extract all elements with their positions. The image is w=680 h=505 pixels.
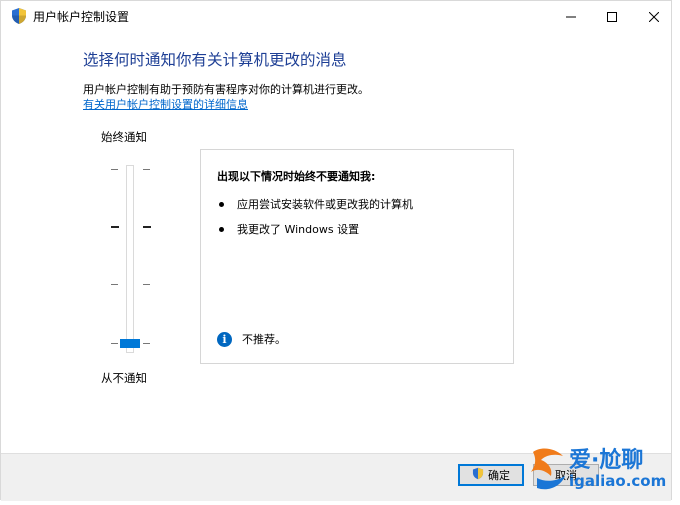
level-description-panel: 出现以下情况时始终不要通知我: 应用尝试安装软件或更改我的计算机 我更改了 Wi… [200,149,514,364]
ok-button[interactable]: 确定 [458,464,524,486]
bullet-icon [219,201,224,207]
panel-title: 出现以下情况时始终不要通知我: [217,170,376,183]
list-item: 我更改了 Windows 设置 [219,221,359,237]
watermark: 爱·尬聊 igaliao.com [527,442,677,498]
slider-tick [143,226,151,228]
slider-track[interactable] [126,165,134,353]
ok-button-label: 确定 [488,469,510,482]
list-item: 应用尝试安装软件或更改我的计算机 [219,196,413,212]
uac-settings-window: 用户帐户控制设置 选择何时通知你有关计算机更改的消息 用户帐户控制有助于预防有害… [0,0,672,501]
shield-icon [11,7,27,25]
minimize-icon [566,16,576,17]
bullet-icon [219,226,224,232]
slider-thumb[interactable] [120,339,140,348]
recommendation-note: i 不推荐。 [217,331,286,347]
title-bar[interactable]: 用户帐户控制设置 [1,1,671,32]
window-title: 用户帐户控制设置 [33,10,130,24]
slider-tick [143,169,150,170]
close-icon [649,11,659,22]
note-text: 不推荐。 [242,333,286,346]
watermark-title: 爱·尬聊 [569,448,644,473]
page-heading: 选择何时通知你有关计算机更改的消息 [83,51,347,69]
slider-tick [111,343,118,344]
slider-tick [111,226,119,228]
slider-bottom-label: 从不通知 [101,371,147,385]
description-text: 用户帐户控制有助于预防有害程序对你的计算机进行更改。 [83,83,369,96]
notification-level-slider[interactable] [106,159,156,359]
slider-tick [111,169,118,170]
list-item-text: 应用尝试安装软件或更改我的计算机 [237,198,413,211]
info-icon: i [217,331,232,347]
close-button[interactable] [631,1,677,32]
shield-icon [472,467,484,483]
slider-tick [143,284,150,285]
minimize-button[interactable] [548,1,594,32]
slider-top-label: 始终通知 [101,130,147,144]
list-item-text: 我更改了 Windows 设置 [237,223,360,236]
uac-details-link[interactable]: 有关用户帐户控制设置的详细信息 [83,96,248,112]
slider-tick [111,284,118,285]
slider-tick [143,343,150,344]
maximize-icon [607,11,617,22]
watermark-url: igaliao.com [569,472,667,490]
maximize-button[interactable] [589,1,635,32]
watermark-logo-icon [531,448,565,490]
